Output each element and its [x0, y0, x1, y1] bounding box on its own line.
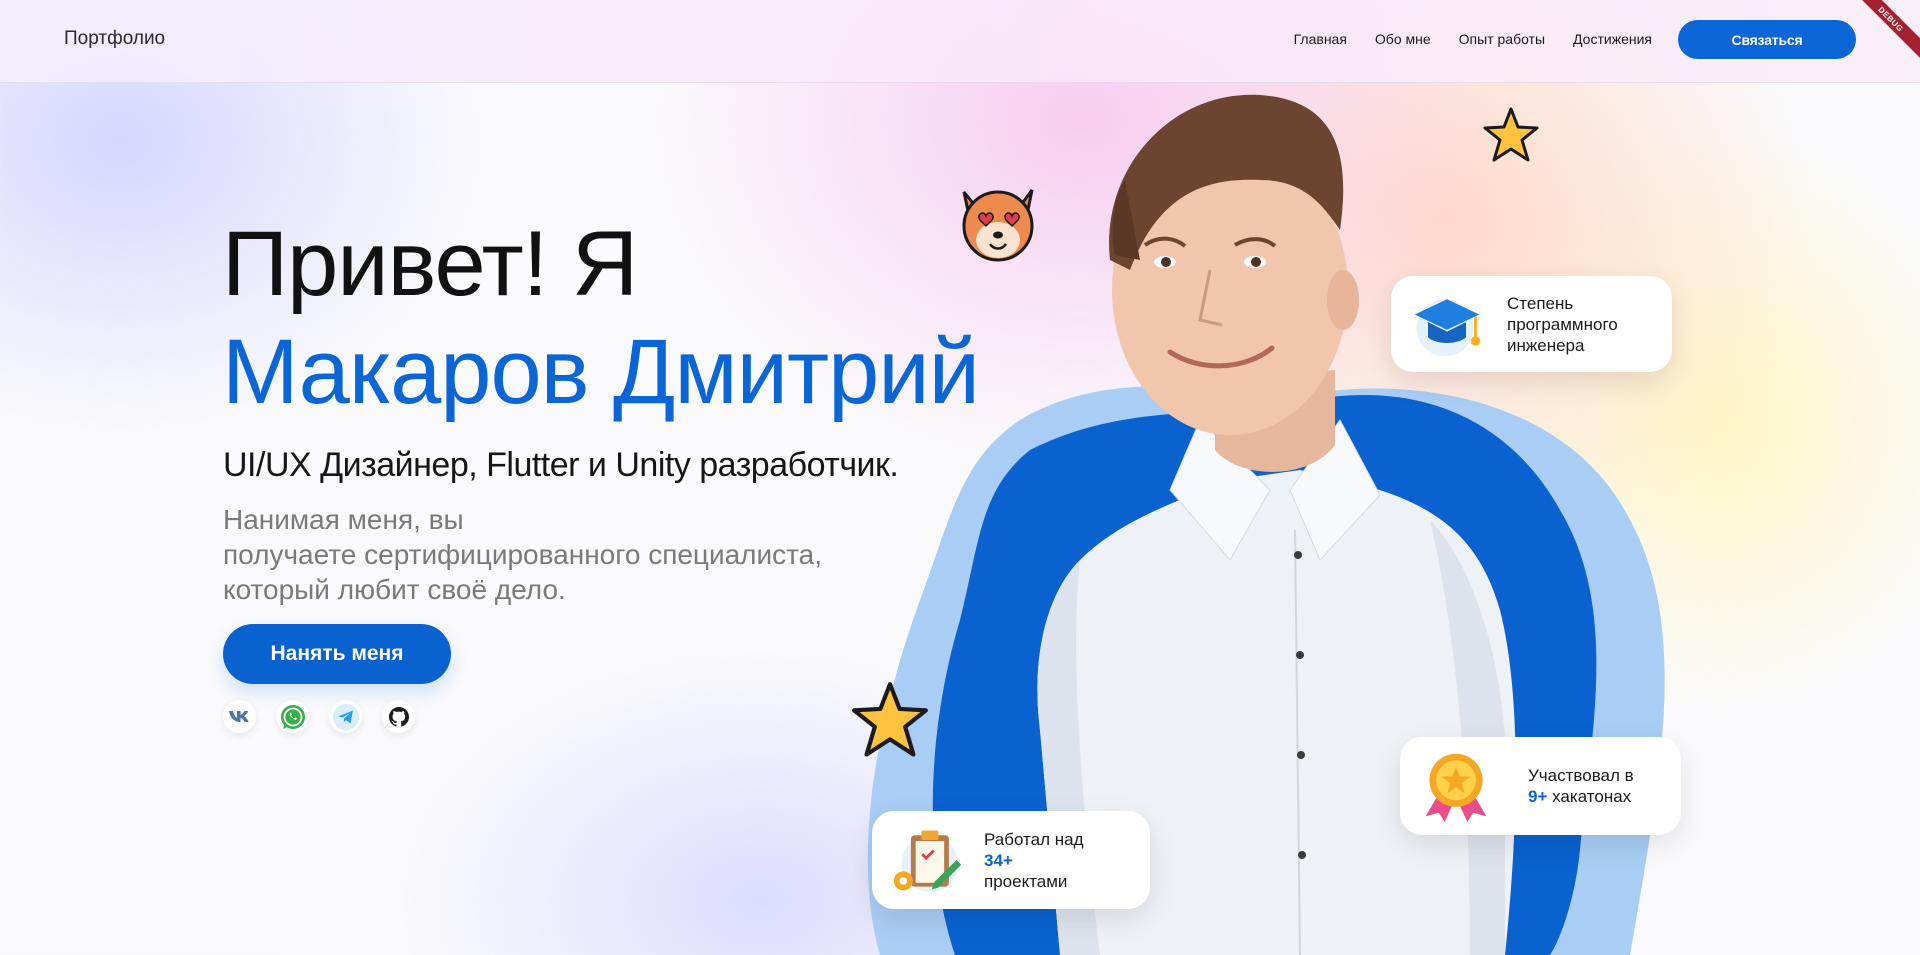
projects-card: Работал над 34+ проектами [872, 811, 1150, 909]
whatsapp-icon[interactable] [276, 700, 309, 733]
degree-line: программного [1507, 314, 1618, 334]
hero-description-line: Нанимая меня, вы [223, 504, 464, 535]
medal-icon [1425, 753, 1487, 823]
hackathons-suffix: хакатонах [1552, 787, 1632, 806]
shiba-emoji-icon [962, 189, 1034, 262]
debug-banner: DEBUG [1847, 0, 1920, 63]
telegram-icon[interactable] [329, 700, 362, 733]
projects-suffix: проектами [984, 871, 1068, 891]
hero-description-line: получаете сертифицированного специалиста… [223, 539, 823, 570]
brand-logo[interactable]: Портфолио [64, 28, 165, 50]
projects-prefix: Работал над [984, 829, 1084, 849]
degree-line: Степень [1507, 293, 1574, 313]
star-icon [1483, 107, 1539, 162]
contact-button[interactable]: Связаться [1678, 20, 1856, 59]
star-icon [852, 682, 928, 757]
hire-me-button[interactable]: Нанять меня [223, 624, 451, 684]
hackathons-prefix: Участвовал в [1528, 766, 1634, 785]
degree-card: Степень программного инженера [1391, 276, 1672, 372]
hero-description: Нанимая меня, вы получаете сертифицирова… [223, 502, 923, 607]
hackathons-count: 9+ [1528, 787, 1548, 806]
hero-description-line: который любит своё дело. [223, 574, 566, 605]
hero-greeting: Привет! Я [222, 213, 638, 315]
navbar: Портфолио Главная Обо мне Опыт работы До… [0, 0, 1920, 83]
projects-count: 34+ [984, 850, 1013, 870]
nav-link-about[interactable]: Обо мне [1375, 31, 1431, 47]
nav-link-home[interactable]: Главная [1294, 31, 1347, 47]
hero-role: UI/UX Дизайнер, Flutter и Unity разработ… [223, 446, 899, 484]
graduation-cap-icon [1414, 299, 1481, 357]
social-links [223, 700, 415, 733]
hackathons-card: Участвовал в 9+ хакатонах [1400, 737, 1681, 835]
nav-link-achievements[interactable]: Достижения [1573, 31, 1652, 47]
clipboard-icon [893, 830, 962, 893]
vk-icon[interactable] [223, 700, 256, 733]
degree-line: инженера [1507, 335, 1585, 355]
github-icon[interactable] [382, 700, 415, 733]
nav-link-experience[interactable]: Опыт работы [1459, 31, 1545, 47]
nav-menu: Главная Обо мне Опыт работы Достижения [1294, 31, 1652, 47]
